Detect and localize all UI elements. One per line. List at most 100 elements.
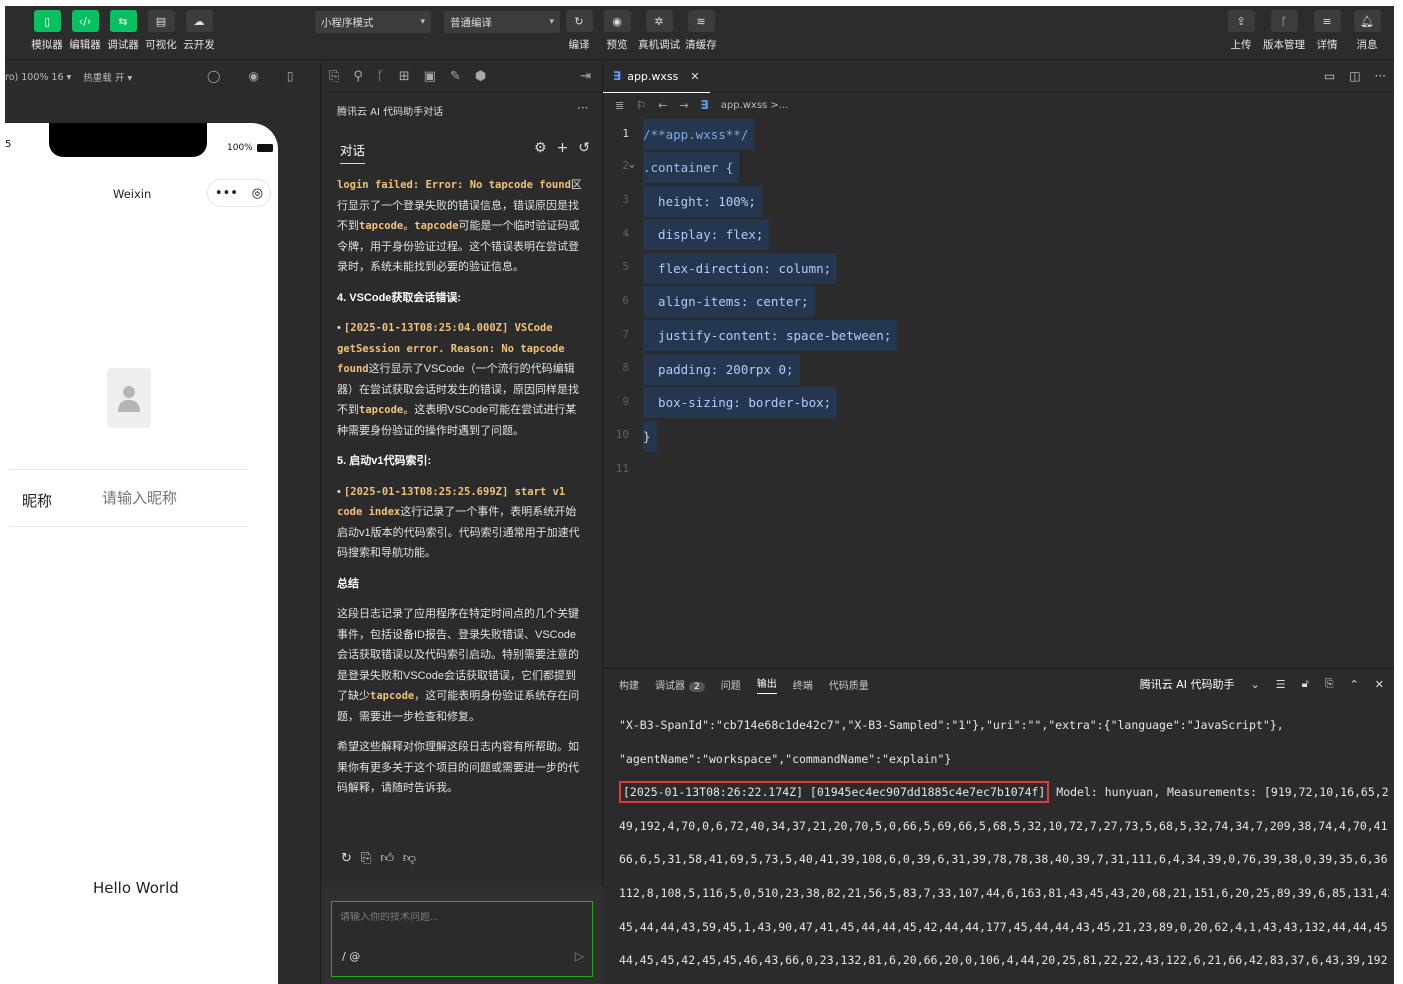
- collapse-icon[interactable]: ⇥: [580, 69, 591, 84]
- compile-button[interactable]: ↻ 编译: [563, 10, 595, 52]
- bell-icon: 🔔︎: [1353, 10, 1381, 32]
- editor-actions: ▭ ◫ ···: [1324, 69, 1386, 83]
- storage-icon[interactable]: ▣: [424, 69, 436, 84]
- log-line: 44,45,45,42,45,45,46,43,66,0,23,132,81,6…: [619, 953, 1389, 968]
- send-icon[interactable]: ▷: [575, 949, 584, 963]
- branch-icon: ᚴ: [1270, 10, 1298, 32]
- version-button[interactable]: ᚴ 版本管理: [1263, 10, 1305, 52]
- more-icon[interactable]: •••: [215, 186, 238, 201]
- upload-button[interactable]: ⇪ 上传: [1225, 10, 1257, 52]
- copy-icon[interactable]: ⎘: [361, 851, 371, 866]
- extensions-icon[interactable]: ⊞: [399, 69, 410, 84]
- simulator-bar: ro) 100% 16 ▾ 热重载 开 ▾ ◯ ◉ ▯ ⧉: [5, 61, 330, 93]
- log-line: 66,6,5,31,58,41,69,5,73,5,40,41,39,108,6…: [619, 852, 1389, 867]
- visual-button[interactable]: ▤ 可视化: [145, 10, 177, 52]
- tab-app-wxss[interactable]: ∃ app.wxss ✕: [603, 60, 710, 93]
- eye-icon: ◉: [603, 10, 631, 32]
- avatar-button[interactable]: [107, 368, 151, 428]
- bug-icon: ✲: [645, 10, 673, 32]
- chat-input[interactable]: [340, 912, 580, 923]
- list-icon[interactable]: ≣: [615, 99, 624, 112]
- regenerate-icon[interactable]: ↻: [341, 851, 352, 866]
- chat-paragraph: • [2025-01-13T08:25:25.699Z] start v1 co…: [337, 485, 580, 560]
- split-editor-icon[interactable]: ◫: [1349, 69, 1360, 83]
- lock-icon[interactable]: 🔓︎: [1302, 677, 1309, 691]
- output-log[interactable]: "X-B3-SpanId":"cb714e68c1de42c7","X-B3-S…: [619, 709, 1389, 978]
- paint-icon[interactable]: ✎: [450, 69, 461, 84]
- clear-cache-button[interactable]: ≋ 清缓存: [685, 10, 717, 52]
- chevron-down-icon[interactable]: ⌄: [1251, 678, 1260, 691]
- plus-icon[interactable]: +: [557, 140, 569, 156]
- tab-debugger[interactable]: 调试器 2: [655, 677, 705, 692]
- search-icon[interactable]: ⚲: [353, 69, 363, 84]
- bottom-panel: 构建 调试器 2 问题 输出 终端 代码质量 腾讯云 AI 代码助手 ⌄ ☰ 🔓︎…: [603, 668, 1394, 984]
- messages-button[interactable]: 🔔︎ 消息: [1351, 10, 1383, 52]
- line-number: 5: [622, 260, 629, 273]
- capsule-menu[interactable]: ••• ◎: [207, 179, 271, 207]
- chat-paragraph: 希望这些解释对你理解这段日志内容有所帮助。如果你有更多关于这个项目的问题或需要进…: [337, 741, 579, 794]
- bookmark-icon[interactable]: ⚐: [636, 99, 646, 112]
- history-icon[interactable]: ↺: [578, 140, 590, 156]
- css-file-icon: ∃: [613, 69, 622, 83]
- clear-icon[interactable]: ⎘: [1325, 677, 1334, 691]
- tab-problems[interactable]: 问题: [721, 677, 741, 692]
- back-icon[interactable]: ←: [658, 99, 667, 112]
- more-icon[interactable]: ···: [1375, 69, 1386, 83]
- user-icon: [118, 386, 140, 412]
- editor-button[interactable]: ‹/› 编辑器: [69, 10, 101, 52]
- fold-chevron-icon[interactable]: ⌄: [629, 159, 635, 170]
- battery-icon: [256, 144, 273, 152]
- line-number: 6: [622, 294, 629, 307]
- menu-icon: ≡: [1313, 10, 1341, 32]
- maximize-icon[interactable]: ⌃: [1350, 678, 1359, 691]
- line-number: 1: [622, 127, 629, 140]
- thumbs-up-icon[interactable]: 👍︎: [380, 851, 394, 866]
- status-battery: 100%: [227, 143, 273, 153]
- thumbs-down-icon[interactable]: 👎︎: [403, 851, 416, 866]
- source-control-icon[interactable]: ᚴ: [377, 69, 385, 84]
- toolbar-mid-group: ↻ 编译 ◉ 预览 ✲ 真机调试 ≋ 清缓存: [563, 10, 717, 52]
- log-line: [2025-01-13T08:26:22.174Z] [01945ec4ec90…: [619, 776, 1389, 810]
- files-icon[interactable]: ⎘: [329, 69, 339, 84]
- tab-code-quality[interactable]: 代码质量: [829, 677, 869, 692]
- chat-messages: login failed: Error: No tapcode found区行显…: [337, 175, 584, 835]
- tab-build[interactable]: 构建: [619, 677, 639, 692]
- code-line: justify-content: space-between;: [643, 320, 898, 351]
- close-circle-icon[interactable]: ◎: [252, 186, 263, 201]
- details-button[interactable]: ≡ 详情: [1311, 10, 1343, 52]
- filter-icon[interactable]: ☰: [1276, 678, 1286, 691]
- output-source-select[interactable]: 腾讯云 AI 代码助手: [1140, 676, 1235, 692]
- input-tools[interactable]: / @: [342, 950, 360, 963]
- nickname-input[interactable]: [102, 490, 242, 507]
- tab-output[interactable]: 输出: [756, 675, 777, 694]
- devtools-window: ▯ 模拟器 ‹/› 编辑器 ⇆ 调试器 ▤ 可视化 ☁ 云开发 小程序模式 ▾ 普通编译 ▾ …: [5, 6, 1394, 984]
- more-icon[interactable]: ···: [577, 101, 588, 115]
- close-icon[interactable]: ✕: [1375, 678, 1384, 691]
- simulator-panel: ro) 100% 16 ▾ 热重载 开 ▾ ◯ ◉ ▯ ⧉ 5 100% Wei…: [5, 61, 330, 984]
- preview-button[interactable]: ◉ 预览: [601, 10, 633, 52]
- forward-icon[interactable]: →: [679, 99, 688, 112]
- compile-select[interactable]: 普通编译 ▾: [444, 11, 560, 33]
- close-icon[interactable]: ✕: [690, 70, 699, 83]
- line-number: 2: [622, 159, 629, 172]
- chat-header: 腾讯云 AI 代码助手对话: [337, 107, 444, 118]
- tab-dialog[interactable]: 对话: [340, 140, 366, 164]
- debugger-button[interactable]: ⇆ 调试器: [107, 10, 139, 52]
- hot-reload-select[interactable]: 热重载 开 ▾: [83, 70, 132, 84]
- chat-paragraph: login failed: Error: No tapcode found区行显…: [337, 179, 582, 273]
- device-select[interactable]: ro) 100% 16 ▾: [5, 72, 71, 83]
- tab-terminal[interactable]: 终端: [793, 677, 813, 692]
- rotate-icon[interactable]: ◯: [207, 69, 220, 84]
- code-line: /**app.wxss**/: [643, 119, 755, 150]
- record-icon[interactable]: ◉: [248, 69, 258, 84]
- mode-select[interactable]: 小程序模式 ▾: [315, 11, 431, 33]
- ai-assistant-icon[interactable]: ⬢: [475, 69, 486, 84]
- hello-text: Hello World: [93, 879, 179, 897]
- simulator-button[interactable]: ▯ 模拟器: [31, 10, 63, 52]
- settings-icon[interactable]: ⚙: [534, 140, 547, 156]
- comment-icon[interactable]: ▭: [1324, 69, 1335, 83]
- cloud-dev-button[interactable]: ☁ 云开发: [183, 10, 215, 52]
- chat-tools: ⚙ + ↺: [534, 140, 590, 156]
- remote-debug-button[interactable]: ✲ 真机调试: [638, 10, 680, 52]
- phone-frame-icon[interactable]: ▯: [287, 69, 294, 84]
